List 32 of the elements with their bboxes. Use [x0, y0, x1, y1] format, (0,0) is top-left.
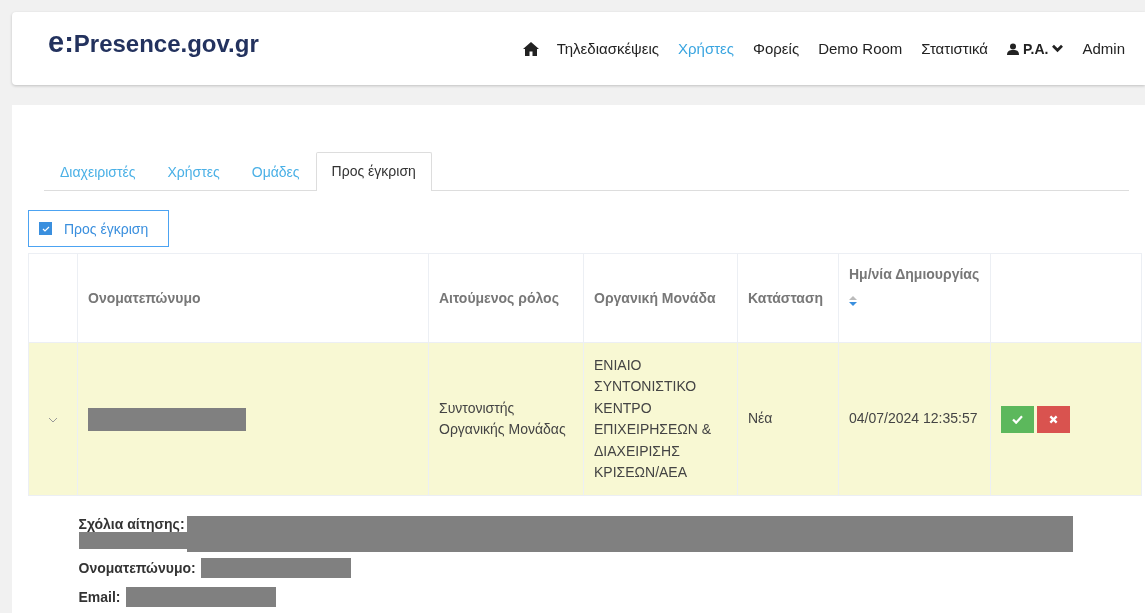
close-icon	[1049, 414, 1058, 424]
nav-link[interactable]: Φορείς	[753, 40, 800, 57]
column-header: Οργανική Μονάδα	[594, 290, 716, 306]
nav-link[interactable]: Demo Room	[818, 40, 903, 57]
home-icon[interactable]	[522, 41, 539, 56]
user-icon	[1007, 42, 1020, 55]
checkmark-icon	[1012, 414, 1023, 424]
column-header: Ημ/νία Δημιουργίας	[849, 266, 980, 282]
chevron-icon[interactable]	[48, 417, 58, 424]
column-header: Αιτούμενος ρόλος	[439, 290, 559, 306]
sort-icon[interactable]	[849, 296, 857, 306]
reject-button[interactable]	[1037, 405, 1070, 433]
column-header: Ονοματεπώνυμο	[88, 290, 201, 306]
table-cell: Συντονιστής Οργανικής Μονάδας	[439, 399, 566, 437]
detail-label: Email:	[78, 589, 121, 605]
nav-link[interactable]: Στατιστικά	[921, 40, 989, 57]
nav-link[interactable]: Admin	[1082, 40, 1125, 57]
table-cell: ΕΝΙΑΙΟ ΣΥΝΤΟΝΙΣΤΙΚΟ ΚΕΝΤΡΟ ΕΠΙΧΕΙΡΗΣΕΩΝ & ΔΙΑΧΕΙΡΙΣΗΣ ΚΡΙΣΕΩΝ/ΑΕΑ	[594, 356, 712, 480]
column-header: Κατάσταση	[748, 290, 824, 306]
chevron-down-icon	[1052, 44, 1064, 53]
site-logo[interactable]: e:Presence.gov.gr	[48, 26, 259, 59]
filter-label: Προς έγκριση	[64, 220, 149, 237]
detail-label: Ονοματεπώνυμο:	[78, 560, 196, 576]
approve-button[interactable]	[1001, 405, 1034, 433]
nav-link[interactable]: Τηλεδιασκέψεις	[556, 40, 660, 57]
user-menu[interactable]: P.A.	[1007, 40, 1064, 57]
checkbox[interactable]	[39, 222, 52, 235]
table-cell: Νέα	[748, 410, 773, 427]
detail-label: Σχόλια αίτησης:	[78, 516, 185, 532]
table-cell: 04/07/2024 12:35:57	[849, 410, 978, 427]
filter-toggle[interactable]: Προς έγκριση	[28, 210, 169, 247]
tab[interactable]: Προς έγκριση	[315, 152, 432, 191]
